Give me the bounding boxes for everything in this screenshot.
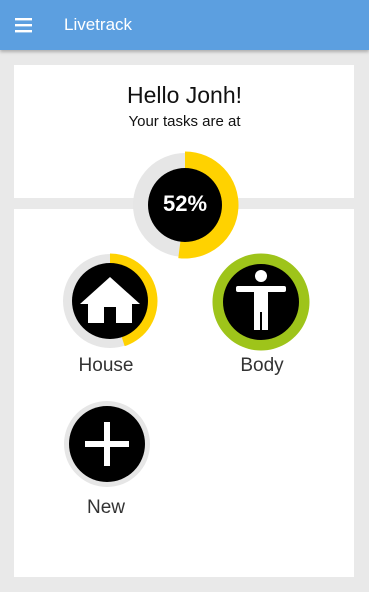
greeting-subtitle: Your tasks are at	[128, 113, 241, 130]
overall-progress-percent: 52%	[162, 191, 208, 216]
body-tile[interactable]	[212, 253, 310, 351]
app-bar: Livetrack	[0, 0, 369, 50]
overall-progress-ring: 52%	[131, 151, 239, 259]
hamburger-menu-icon[interactable]	[13, 14, 37, 36]
app-title: Livetrack	[64, 15, 133, 34]
house-label[interactable]: House	[46, 355, 166, 377]
greeting-text: Hello Jonh!	[126, 82, 243, 108]
new-label[interactable]: New	[46, 497, 166, 519]
body-label[interactable]: Body	[202, 355, 322, 377]
house-tile[interactable]	[62, 253, 158, 349]
new-tile[interactable]	[63, 400, 151, 488]
